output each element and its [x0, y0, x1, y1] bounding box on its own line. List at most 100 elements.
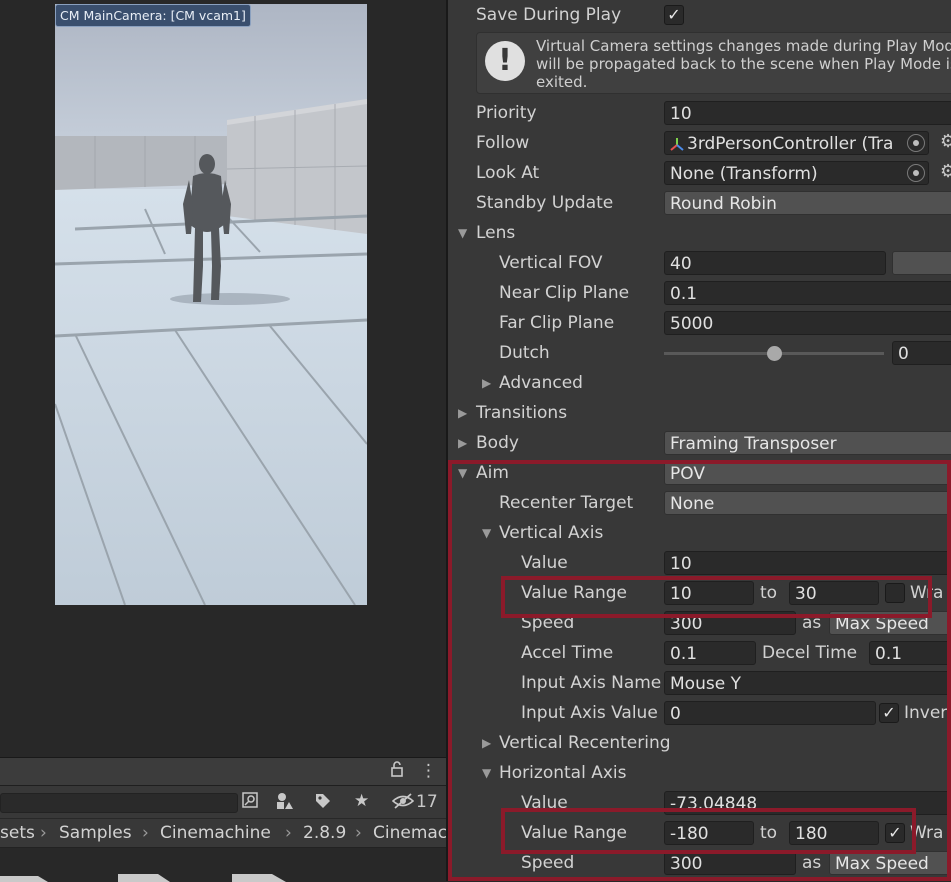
look-at-field[interactable]: None (Transform): [664, 161, 929, 185]
input-axis-value-field[interactable]: 0: [664, 701, 876, 725]
project-toolbar: ⋮: [0, 758, 446, 786]
near-clip-field[interactable]: 0.1: [664, 281, 951, 305]
decel-time-field[interactable]: 0.1: [869, 641, 951, 665]
follow-label: Follow: [476, 133, 530, 153]
vertical-speed-mode-dropdown[interactable]: Max Speed: [829, 611, 951, 635]
filter-by-label-icon[interactable]: [314, 792, 332, 815]
vertical-speed-field[interactable]: 300: [664, 611, 796, 635]
horizontal-axis-foldout[interactable]: ▼ Horizontal Axis: [448, 758, 951, 788]
look-at-row: Look At None (Transform) ⚙: [448, 158, 951, 188]
vertical-fov-field[interactable]: 40: [664, 251, 886, 275]
vertical-recentering-foldout[interactable]: ▶ Vertical Recentering: [448, 728, 951, 758]
vertical-range-min-field[interactable]: 10: [664, 581, 754, 605]
vertical-axis-label: Vertical Axis: [499, 523, 604, 543]
vertical-value-row: Value 10: [448, 548, 951, 578]
vertical-value-field[interactable]: 10: [664, 551, 951, 575]
save-during-play-checkbox[interactable]: ✓: [664, 5, 684, 25]
invert-checkbox[interactable]: ✓: [879, 703, 899, 723]
more-menu-icon[interactable]: ⋮: [420, 761, 437, 781]
body-row[interactable]: ▶ Body Framing Transposer: [448, 428, 951, 458]
priority-row: Priority 10: [448, 98, 951, 128]
horizontal-range-min-field[interactable]: -180: [664, 821, 754, 845]
accel-time-field[interactable]: 0.1: [664, 641, 756, 665]
search-by-type-icon[interactable]: [242, 792, 258, 813]
wrap-label: Wra: [910, 823, 944, 843]
body-label: Body: [476, 433, 519, 453]
aim-row[interactable]: ▼ Aim POV: [448, 458, 951, 488]
horizontal-value-range-row: Value Range -180 to 180 ✓ Wra: [448, 818, 951, 848]
horizontal-speed-mode-dropdown[interactable]: Max Speed: [829, 851, 951, 875]
favorite-star-icon[interactable]: ★: [354, 791, 369, 811]
priority-field[interactable]: 10: [664, 101, 951, 125]
input-axis-name-field[interactable]: Mouse Y: [664, 671, 951, 695]
vertical-wrap-checkbox[interactable]: [885, 583, 905, 603]
dutch-slider-thumb[interactable]: [767, 346, 782, 361]
horizontal-value-field[interactable]: -73.04848: [664, 791, 951, 815]
object-picker-icon[interactable]: [907, 134, 925, 152]
far-clip-field[interactable]: 5000: [664, 311, 951, 335]
filter-by-type-icon[interactable]: [276, 792, 294, 815]
priority-label: Priority: [476, 103, 537, 123]
far-clip-row: Far Clip Plane 5000: [448, 308, 951, 338]
foldout-expanded-icon: ▼: [458, 466, 468, 480]
recenter-target-dropdown[interactable]: None: [664, 491, 951, 515]
horizontal-speed-row: Speed 300 as Max Speed: [448, 848, 951, 878]
breadcrumb-separator: ›: [285, 823, 292, 843]
range-to-label: to: [760, 583, 778, 603]
vertical-axis-foldout[interactable]: ▼ Vertical Axis: [448, 518, 951, 548]
far-clip-label: Far Clip Plane: [499, 313, 615, 333]
transitions-foldout[interactable]: ▶ Transitions: [448, 398, 951, 428]
standby-update-label: Standby Update: [476, 193, 614, 213]
input-axis-name-label: Input Axis Name: [521, 673, 662, 693]
gear-icon[interactable]: ⚙: [940, 132, 951, 152]
lens-foldout[interactable]: ▼ Lens: [448, 218, 951, 248]
breadcrumb-item[interactable]: Cinemachine: [160, 819, 271, 847]
look-at-label: Look At: [476, 163, 540, 183]
inspector-panel: Save During Play ✓ ! Virtual Camera sett…: [448, 0, 951, 881]
breadcrumb-item[interactable]: 2.8.9: [303, 819, 346, 847]
lens-label: Lens: [476, 223, 516, 243]
foldout-expanded-icon: ▼: [482, 766, 492, 780]
help-text: Virtual Camera settings changes made dur…: [536, 37, 951, 91]
horizontal-speed-field[interactable]: 300: [664, 851, 796, 875]
project-search-input[interactable]: [0, 793, 238, 813]
accel-time-label: Accel Time: [521, 643, 614, 663]
project-search-row: ★ 17: [0, 786, 446, 818]
foldout-collapsed-icon: ▶: [458, 406, 468, 420]
hidden-packages-count: 17: [416, 792, 438, 812]
vertical-range-max-field[interactable]: 30: [789, 581, 879, 605]
breadcrumb-item[interactable]: Cinemac: [373, 819, 446, 847]
body-dropdown[interactable]: Framing Transposer: [664, 431, 951, 455]
horizontal-range-max-field[interactable]: 180: [789, 821, 879, 845]
warning-icon: !: [485, 41, 525, 81]
advanced-foldout[interactable]: ▶ Advanced: [448, 368, 951, 398]
help-box: ! Virtual Camera settings changes made d…: [476, 32, 951, 94]
gear-icon[interactable]: ⚙: [940, 162, 951, 182]
lock-icon[interactable]: [390, 761, 404, 782]
save-during-play-label: Save During Play: [476, 5, 622, 25]
breadcrumb-separator: ›: [40, 823, 47, 843]
breadcrumb-item[interactable]: sets: [0, 819, 35, 847]
object-picker-icon[interactable]: [907, 164, 925, 182]
standby-update-dropdown[interactable]: Round Robin: [664, 191, 951, 215]
near-clip-row: Near Clip Plane 0.1: [448, 278, 951, 308]
hidden-packages-icon[interactable]: [391, 792, 415, 815]
horizontal-speed-label: Speed: [521, 853, 575, 873]
camera-label: CM MainCamera: [CM vcam1]: [55, 4, 251, 27]
dutch-field[interactable]: 0: [892, 341, 951, 365]
transform-icon: [670, 138, 684, 151]
invert-label: Inver: [904, 703, 948, 723]
vertical-value-range-row: Value Range 10 to 30 Wra: [448, 578, 951, 608]
game-view[interactable]: CM MainCamera: [CM vcam1]: [55, 4, 367, 605]
foldout-collapsed-icon: ▶: [482, 736, 492, 750]
horizontal-wrap-checkbox[interactable]: ✓: [885, 823, 905, 843]
aim-dropdown[interactable]: POV: [664, 461, 951, 485]
fov-preset-dropdown[interactable]: [892, 251, 951, 275]
speed-as-label: as: [802, 853, 822, 873]
accel-time-row: Accel Time 0.1 Decel Time 0.1: [448, 638, 951, 668]
breadcrumb-item[interactable]: Samples: [59, 819, 132, 847]
follow-field[interactable]: 3rdPersonController (Tra: [664, 131, 929, 155]
vertical-fov-label: Vertical FOV: [499, 253, 603, 273]
recenter-target-row: Recenter Target None: [448, 488, 951, 518]
speed-as-label: as: [802, 613, 822, 633]
